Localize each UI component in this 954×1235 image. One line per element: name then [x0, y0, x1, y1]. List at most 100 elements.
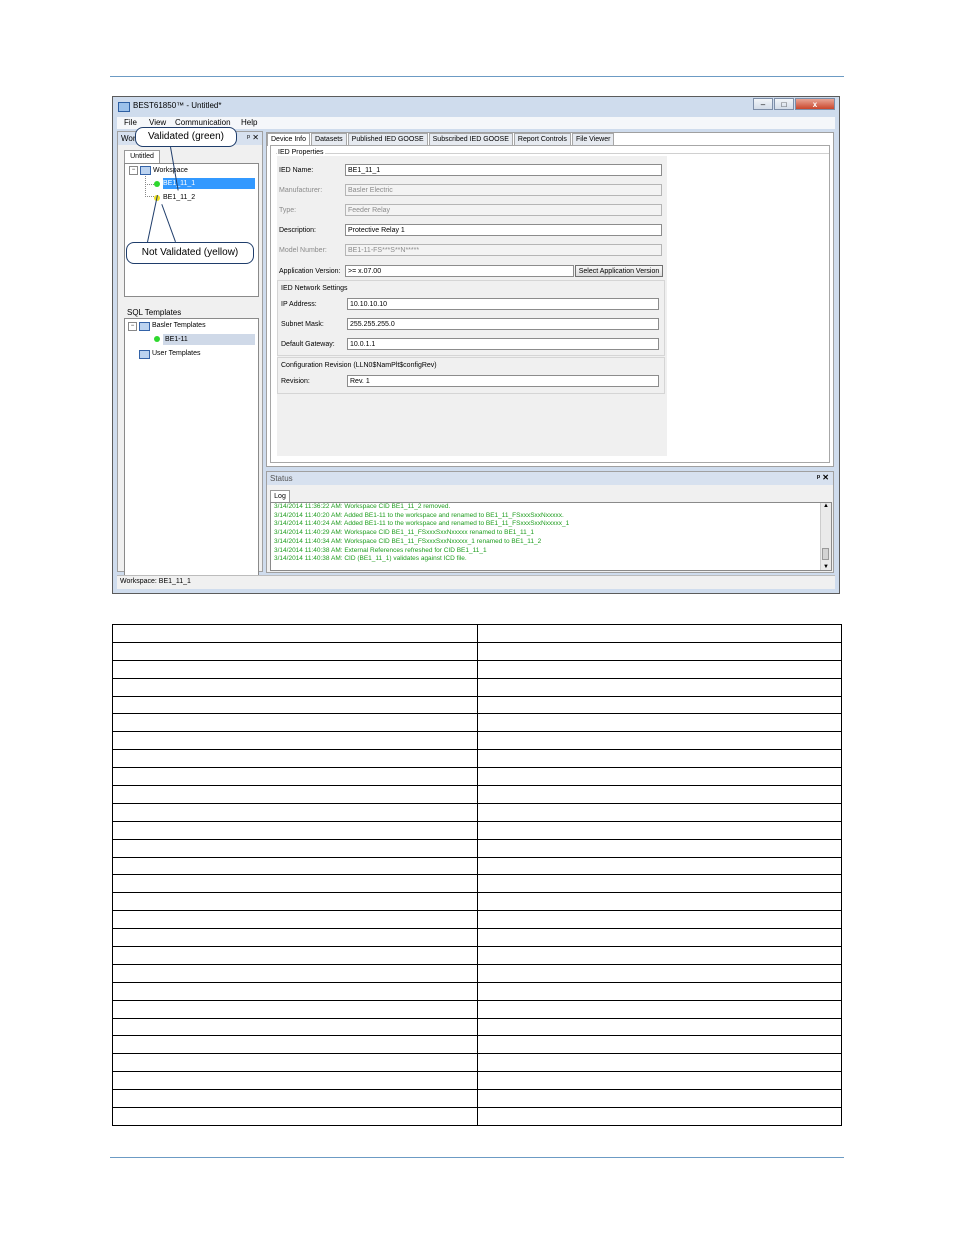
table-cell [476, 1107, 842, 1126]
log-entry: 3/14/2014 11:40:20 AM: Added BE1-11 to t… [274, 511, 564, 519]
menu-file[interactable]: File [124, 118, 137, 127]
tab-subscribed-ied-goose[interactable]: Subscribed IED GOOSE [428, 133, 513, 145]
description-field[interactable]: Protective Relay 1 [345, 224, 662, 236]
table-cell [112, 1017, 478, 1037]
title-bar[interactable]: BEST61850™ - Untitled* – □ x [113, 97, 839, 117]
table-cell [112, 1053, 478, 1073]
table-row [112, 874, 842, 894]
menu-communication[interactable]: Communication [175, 118, 231, 127]
template-folder-icon [139, 350, 150, 359]
scroll-up-icon[interactable]: ▲ [821, 503, 831, 509]
tree-item-be1-11[interactable]: BE1-11 [165, 334, 188, 345]
table-cell [476, 713, 842, 733]
tree-item-basler-templates[interactable]: Basler Templates [152, 320, 206, 331]
table-cell [476, 624, 842, 643]
app-icon [118, 102, 130, 112]
select-application-version-button[interactable]: Select Application Version [575, 265, 663, 277]
table-cell [112, 928, 478, 948]
ied-properties-label: IED Properties [277, 149, 325, 156]
scroll-down-icon[interactable]: ▼ [821, 564, 831, 570]
ip-address-field[interactable]: 10.10.10.10 [347, 298, 659, 310]
log-scrollbar[interactable]: ▲ ▼ [820, 503, 831, 570]
table-row [112, 713, 842, 733]
tree-item-user-templates[interactable]: User Templates [152, 348, 201, 359]
table-cell [112, 874, 478, 894]
tab-published-ied-goose[interactable]: Published IED GOOSE [347, 133, 428, 145]
manufacturer-label: Manufacturer: [279, 187, 323, 194]
network-settings-label: IED Network Settings [281, 285, 348, 292]
blank-table [112, 624, 842, 1126]
validated-callout: Validated (green) [135, 127, 237, 147]
close-button[interactable]: x [795, 98, 835, 110]
log-entry: 3/14/2014 11:40:29 AM: Workspace CID BE1… [274, 529, 535, 537]
table-row [112, 963, 842, 983]
panel-pin-close-icon[interactable]: ᵖ ✕ [247, 133, 259, 142]
default-gateway-field[interactable]: 10.0.1.1 [347, 338, 659, 350]
tab-report-controls[interactable]: Report Controls [513, 133, 571, 145]
table-row [112, 624, 842, 643]
template-status-icon [154, 336, 160, 342]
tab-file-viewer[interactable]: File Viewer [571, 133, 615, 145]
table-row [112, 695, 842, 715]
table-row [112, 946, 842, 965]
table-cell [112, 838, 478, 858]
window-title: BEST61850™ - Untitled* [133, 101, 222, 110]
status-pin-close-icon[interactable]: ᵖ ✕ [817, 473, 829, 482]
table-cell [112, 999, 478, 1019]
table-cell [112, 659, 478, 679]
table-cell [112, 892, 478, 912]
tree-item-workspace[interactable]: Workspace [153, 165, 188, 176]
collapse-toggle-icon[interactable]: − [128, 322, 137, 331]
ied-name-field[interactable]: BE1_11_1 [345, 164, 662, 176]
table-cell [476, 1071, 842, 1091]
table-row [112, 1053, 842, 1073]
table-row [112, 928, 842, 948]
table-cell [112, 820, 478, 840]
log-entry: 3/14/2014 11:40:38 AM: CID (BE1_11_1) va… [274, 555, 467, 563]
table-cell [112, 910, 478, 930]
revision-field[interactable]: Rev. 1 [347, 375, 659, 387]
table-row [112, 659, 842, 679]
maximize-button[interactable]: □ [774, 98, 794, 110]
status-panel: Status ᵖ ✕ Log 3/14/2014 11:36:22 AM: Wo… [266, 471, 834, 573]
status-bar: Workspace: BE1_11_1 [117, 575, 835, 589]
subnet-mask-field[interactable]: 255.255.255.0 [347, 318, 659, 330]
table-cell [476, 892, 842, 912]
subnet-mask-label: Subnet Mask: [281, 321, 324, 328]
application-version-field[interactable]: >= x.07.00 [345, 265, 574, 277]
table-cell [112, 695, 478, 715]
footer-rule [110, 1157, 844, 1158]
type-label: Type: [279, 207, 297, 214]
minimize-button[interactable]: – [753, 98, 773, 110]
table-cell [112, 624, 478, 643]
workspace-panel: Wor ᵖ ✕ Untitled − Workspace BE1_11_1 BE… [117, 131, 263, 578]
table-cell [476, 749, 842, 769]
table-cell [476, 928, 842, 948]
status-bar-text: Workspace: BE1_11_1 [120, 578, 191, 585]
table-cell [476, 981, 842, 1001]
table-row [112, 1017, 842, 1037]
table-row [112, 1107, 842, 1126]
status-title: Status [270, 474, 293, 483]
table-row [112, 838, 842, 858]
menu-help[interactable]: Help [241, 118, 257, 127]
table-cell [112, 713, 478, 733]
table-cell [476, 856, 842, 876]
tab-untitled[interactable]: Untitled [124, 150, 160, 163]
tab-log[interactable]: Log [270, 490, 290, 502]
table-row [112, 785, 842, 804]
tree-item-be1-11-2[interactable]: BE1_11_2 [163, 192, 195, 203]
log-entry: 3/14/2014 11:36:22 AM: Workspace CID BE1… [274, 503, 451, 510]
tab-datasets[interactable]: Datasets [311, 133, 347, 145]
table-row [112, 892, 842, 912]
table-row [112, 910, 842, 930]
collapse-toggle-icon[interactable]: − [129, 166, 138, 175]
template-folder-icon [139, 322, 150, 331]
scroll-thumb[interactable] [822, 548, 829, 560]
validated-status-icon [154, 181, 160, 187]
menu-view[interactable]: View [149, 118, 166, 127]
table-cell [112, 677, 478, 697]
table-cell [476, 946, 842, 965]
workspace-tree: − Workspace BE1_11_1 BE1_11_2 [124, 163, 259, 297]
ip-address-label: IP Address: [281, 301, 317, 308]
